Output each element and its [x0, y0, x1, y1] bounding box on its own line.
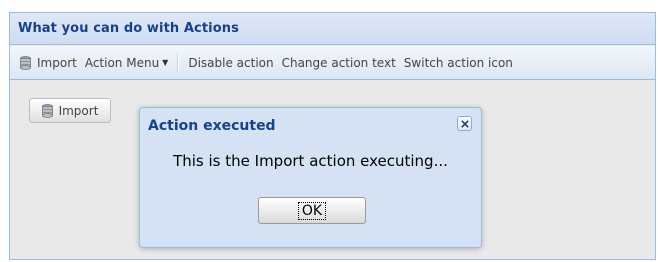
- dialog-title: Action executed: [148, 118, 276, 134]
- database-icon: [20, 55, 31, 70]
- disable-action-button[interactable]: Disable action: [188, 56, 273, 70]
- dialog-message: This is the Import action executing...: [173, 152, 448, 170]
- ok-button-label: OK: [297, 201, 327, 220]
- panel-title: What you can do with Actions: [18, 21, 239, 36]
- ok-button[interactable]: OK: [258, 197, 366, 224]
- toolbar-import-button[interactable]: Import: [20, 56, 77, 70]
- chevron-down-icon: ▼: [162, 58, 169, 67]
- import-button-label: Import: [58, 103, 99, 118]
- close-icon: [461, 120, 469, 128]
- action-menu-label: Action Menu: [84, 55, 160, 70]
- toolbar: Import Action Menu ▼ Disable action Chan…: [10, 46, 655, 80]
- toolbar-separator: [177, 53, 180, 72]
- change-action-text-button[interactable]: Change action text: [282, 56, 396, 70]
- database-icon: [41, 103, 53, 118]
- disable-action-label: Disable action: [188, 55, 274, 70]
- action-executed-dialog: Action executed This is the Import actio…: [139, 107, 482, 248]
- change-action-text-label: Change action text: [281, 55, 396, 70]
- toolbar-import-label: Import: [37, 55, 77, 70]
- panel-header: What you can do with Actions: [10, 13, 655, 45]
- switch-action-icon-button[interactable]: Switch action icon: [404, 56, 513, 70]
- action-menu-button[interactable]: Action Menu ▼: [85, 56, 169, 70]
- close-button[interactable]: [457, 116, 472, 131]
- import-button[interactable]: Import: [29, 98, 111, 123]
- switch-action-icon-label: Switch action icon: [403, 55, 513, 70]
